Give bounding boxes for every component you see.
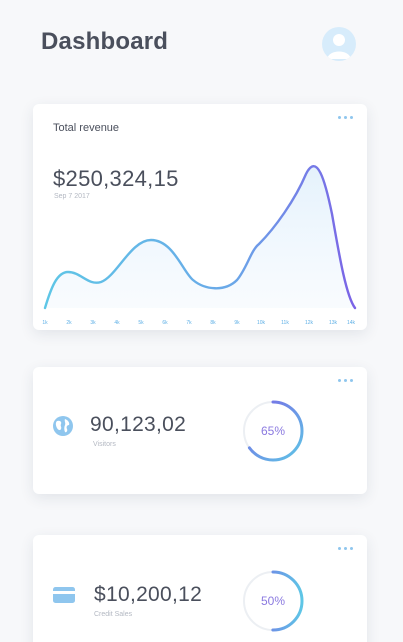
credit-sales-card: $10,200,12 Credit Sales 50% — [33, 535, 367, 642]
more-horizontal-icon[interactable] — [338, 547, 353, 553]
x-tick: 4k — [114, 320, 120, 326]
visitors-label: Visitors — [93, 441, 116, 448]
visitors-card: 90,123,02 Visitors 65% — [33, 367, 367, 494]
user-avatar-icon[interactable] — [322, 27, 356, 61]
revenue-chart — [43, 165, 357, 310]
x-tick: 14k — [346, 320, 356, 326]
x-tick: 2k — [66, 320, 72, 326]
revenue-area — [45, 166, 355, 308]
x-tick: 1k — [42, 320, 48, 326]
x-tick: 12k — [304, 320, 314, 326]
credit-sales-label: Credit Sales — [94, 611, 133, 618]
credit-sales-value: $10,200,12 — [94, 583, 203, 606]
globe-icon — [52, 415, 74, 437]
credit-card-icon — [53, 587, 75, 603]
credit-percent: 50% — [260, 594, 286, 608]
x-tick: 6k — [162, 320, 168, 326]
x-tick: 9k — [234, 320, 240, 326]
credit-progress-ring: 50% — [241, 569, 305, 633]
x-tick: 11k — [281, 320, 289, 326]
x-tick: 10k — [256, 320, 266, 326]
visitors-percent: 65% — [260, 424, 286, 438]
page-title: Dashboard — [41, 28, 169, 55]
x-tick: 5k — [138, 320, 144, 326]
visitors-progress-ring: 65% — [241, 399, 305, 463]
x-axis-ticks: 1k 2k 3k 4k 5k 6k 7k 8k 9k 10k 11k 12k 1… — [42, 320, 357, 328]
x-tick: 3k — [90, 320, 96, 326]
revenue-card: Total revenue $250,324,15 Sep 7 2017 1k … — [33, 104, 367, 330]
x-tick: 7k — [186, 320, 192, 326]
header: Dashboard — [0, 0, 403, 90]
x-tick: 13k — [328, 320, 338, 326]
x-tick: 8k — [210, 320, 216, 326]
visitors-value: 90,123,02 — [90, 413, 187, 436]
more-horizontal-icon[interactable] — [338, 379, 353, 385]
